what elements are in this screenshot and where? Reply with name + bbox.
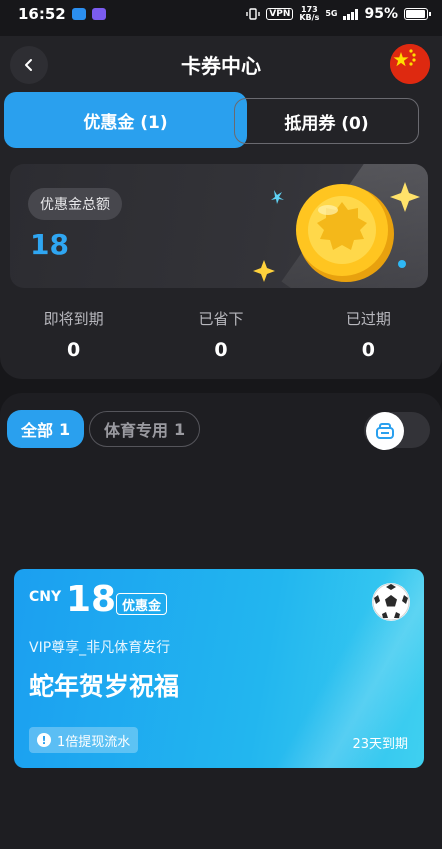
stat-label: 已过期 xyxy=(345,310,391,328)
app-notification-icon xyxy=(71,8,86,20)
stats-row: 即将到期 0 已省下 0 已过期 0 xyxy=(0,308,442,361)
stat-value: 0 xyxy=(67,339,81,361)
signal-icon xyxy=(343,8,359,20)
stat-expired: 已过期 0 xyxy=(295,308,442,361)
filter-label: 体育专用 xyxy=(104,421,169,440)
info-icon: ! xyxy=(37,733,51,747)
filter-count: 1 xyxy=(59,419,71,439)
coupon-currency: CNY xyxy=(29,589,62,605)
turnover-text: 1倍提现流水 xyxy=(57,734,131,750)
coupon-name: 蛇年贺岁祝福 xyxy=(29,672,180,701)
coupon-type-badge: 优惠金 xyxy=(116,593,168,615)
network-speed: 173 KB/s xyxy=(299,6,319,22)
battery-fill xyxy=(406,10,425,18)
turnover-pill: ! 1倍提现流水 xyxy=(29,727,139,753)
vpn-badge: VPN xyxy=(266,8,294,20)
status-right: VPN 173 KB/s 5G 95% xyxy=(246,6,431,22)
coupon-expiry: 23天到期 xyxy=(352,737,408,752)
status-bar: 16:52 VPN 173 KB/s 5G 95% xyxy=(0,0,442,28)
coupon-amount: 18 xyxy=(66,579,117,620)
stat-label: 已省下 xyxy=(198,310,244,328)
stat-saved: 已省下 0 xyxy=(147,308,294,361)
battery-percent: 95% xyxy=(364,6,398,22)
filter-all-chip[interactable]: 全部 1 xyxy=(7,410,85,448)
vibrate-icon xyxy=(246,8,260,20)
coupon-issuer: VIP尊享_非凡体育发行 xyxy=(29,640,171,656)
soccer-ball-icon xyxy=(372,583,410,621)
gold-coin-icon xyxy=(253,182,420,282)
stat-value: 0 xyxy=(361,339,375,361)
page-title: 卡券中心 xyxy=(181,54,261,78)
network-type: 5G xyxy=(325,9,338,18)
speed-unit: KB/s xyxy=(299,13,320,22)
summary-amount: 18 xyxy=(30,228,69,261)
china-flag-icon xyxy=(390,44,430,84)
tab-bonus[interactable]: 优惠金 (1) xyxy=(4,92,247,148)
stat-expiring: 即将到期 0 xyxy=(0,308,147,361)
top-panel: 卡券中心 优惠金 (1) 抵用券 (0) 优惠金总额 18 即将到期 0 已省下… xyxy=(0,36,442,379)
bonus-summary-card: 优惠金总额 18 xyxy=(10,164,428,288)
status-time: 16:52 xyxy=(18,5,66,23)
view-toggle-knob[interactable] xyxy=(366,412,404,450)
filter-label: 全部 xyxy=(21,421,54,440)
tab-voucher[interactable]: 抵用券 (0) xyxy=(234,98,419,144)
stat-value: 0 xyxy=(214,339,228,361)
filter-count: 1 xyxy=(174,419,186,439)
filter-sport-chip[interactable]: 体育专用 1 xyxy=(89,411,201,447)
coupon-list-panel: 全部 1 体育专用 1 CNY 18 优惠金 VIP尊享_非凡体育发行 蛇年贺岁… xyxy=(0,393,442,849)
basket-icon xyxy=(376,423,394,439)
region-button[interactable] xyxy=(390,44,430,84)
stat-label: 即将到期 xyxy=(43,310,104,328)
app-notification-icon xyxy=(91,8,106,20)
summary-badge: 优惠金总额 xyxy=(28,188,122,220)
battery-icon xyxy=(404,8,431,20)
header: 卡券中心 xyxy=(0,36,442,92)
coupon-card[interactable]: CNY 18 优惠金 VIP尊享_非凡体育发行 蛇年贺岁祝福 ! 1倍提现流水 … xyxy=(14,569,424,768)
